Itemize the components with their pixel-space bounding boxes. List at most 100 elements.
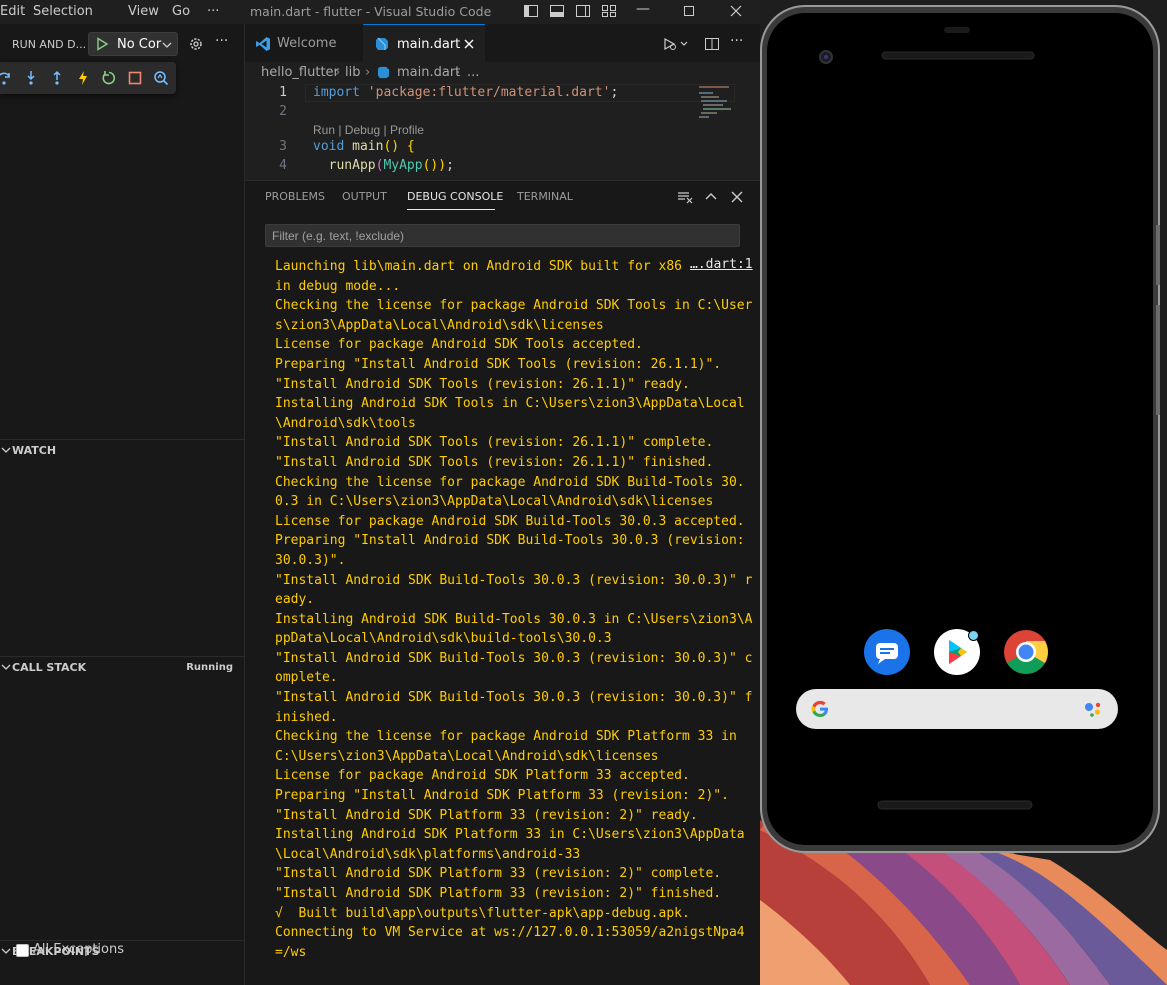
filter-input[interactable] — [266, 225, 739, 247]
menu-view[interactable]: View — [128, 4, 159, 19]
menu-selection[interactable]: Selection — [33, 4, 93, 19]
step-into-icon[interactable] — [23, 70, 39, 86]
chevron-down-icon — [1, 447, 11, 453]
console-line: ppData\Local\Android\sdk\build-tools\30.… — [275, 631, 612, 647]
codelens-run-debug-profile[interactable]: Run | Debug | Profile — [313, 123, 424, 137]
line-number: 2 — [279, 104, 287, 119]
console-line: "Install Android SDK Platform 33 (revisi… — [275, 886, 722, 901]
tab-problems[interactable]: PROBLEMS — [265, 190, 325, 203]
console-line: "Install Android SDK Tools (revision: 26… — [275, 376, 690, 392]
call-stack-section-header[interactable]: CALL STACK Running — [0, 656, 245, 678]
split-editor-icon[interactable] — [704, 36, 720, 52]
tab-welcome-label: Welcome — [277, 36, 337, 51]
debug-config-label: No Cor — [117, 37, 162, 52]
close-tab-icon[interactable] — [463, 38, 475, 50]
breadcrumb-project[interactable]: hello_flutter — [261, 65, 339, 80]
editor-more-actions-icon[interactable]: ··· — [730, 33, 743, 49]
console-line: Checking the license for package Android… — [275, 474, 745, 490]
run-and-debug-sidebar: RUN AND D... No Cor ··· WATCH CALL STACK… — [0, 24, 245, 985]
stop-icon[interactable] — [127, 70, 143, 86]
call-stack-section-label: CALL STACK — [12, 661, 87, 674]
console-line: inished. — [275, 709, 338, 725]
hot-reload-icon[interactable] — [75, 70, 91, 86]
window-title: main.dart - flutter - Visual Studio Code — [250, 4, 492, 19]
breadcrumb-symbol[interactable]: ... — [467, 65, 479, 80]
chrome-icon[interactable] — [1003, 629, 1049, 675]
customize-layout-icon[interactable] — [601, 3, 617, 19]
code-editor[interactable]: 1 import 'package:flutter/material.dart'… — [245, 84, 760, 180]
console-line: License for package Android SDK Build-To… — [275, 513, 745, 529]
maximize-panel-icon[interactable] — [703, 189, 719, 205]
console-line: "Install Android SDK Build-Tools 30.0.3 … — [275, 690, 753, 706]
maximize-button[interactable] — [682, 4, 696, 18]
toggle-secondary-sidebar-icon[interactable] — [575, 3, 591, 19]
console-line: =/ws — [275, 944, 307, 960]
title-bar: Edit Selection View Go ··· main.dart - f… — [0, 0, 760, 24]
chevron-right-icon: › — [455, 65, 461, 80]
source-location-link[interactable]: ….dart:1 — [690, 257, 753, 272]
tab-debug-console[interactable]: DEBUG CONSOLE — [407, 190, 503, 203]
clear-console-icon[interactable] — [677, 189, 693, 205]
menu-more[interactable]: ··· — [207, 4, 219, 19]
console-line: Preparing "Install Android SDK Build-Too… — [275, 533, 745, 549]
open-devtools-icon[interactable] — [153, 70, 169, 86]
debug-console-output: Launching lib\main.dart on Android SDK b… — [275, 257, 755, 962]
console-line: \Local\Android\sdk\platforms\android-33 — [275, 846, 581, 862]
tab-main-dart[interactable]: main.dart — [363, 24, 485, 62]
console-line: "Install Android SDK Build-Tools 30.0.3 … — [275, 572, 753, 588]
code-line-4: runApp(MyApp()); — [328, 158, 454, 173]
breadcrumb-file[interactable]: main.dart — [397, 65, 460, 80]
console-line: "Install Android SDK Platform 33 (revisi… — [275, 866, 722, 882]
notification-dot — [968, 630, 979, 641]
close-panel-icon[interactable] — [729, 189, 745, 205]
bottom-panel: PROBLEMS OUTPUT DEBUG CONSOLE TERMINAL L… — [245, 180, 760, 985]
google-assistant-icon[interactable] — [1082, 699, 1104, 721]
console-line: "Install Android SDK Tools (revision: 26… — [275, 454, 714, 470]
all-exceptions-checkbox[interactable] — [16, 944, 29, 957]
dart-file-icon — [376, 37, 388, 50]
menu-go[interactable]: Go — [172, 4, 190, 19]
close-window-button[interactable] — [729, 4, 743, 18]
sidebar-header: RUN AND D... No Cor ··· — [0, 24, 245, 64]
line-number: 4 — [279, 158, 287, 173]
chevron-right-icon: › — [365, 65, 371, 80]
chevron-down-icon — [162, 42, 172, 48]
console-line: Installing Android SDK Build-Tools 30.0.… — [275, 611, 753, 627]
tab-main-label: main.dart — [397, 37, 461, 52]
vscode-logo-icon — [256, 37, 270, 51]
run-debug-dropdown-icon[interactable] — [663, 36, 689, 52]
tab-output[interactable]: OUTPUT — [342, 190, 387, 203]
code-line-1: import 'package:flutter/material.dart'; — [313, 85, 619, 100]
minimize-button[interactable]: — — [628, 1, 658, 17]
console-line: Installing Android SDK Platform 33 in C:… — [275, 827, 745, 843]
breadcrumb-folder[interactable]: lib — [345, 65, 360, 80]
active-tab-indicator — [407, 209, 495, 210]
console-line: "Install Android SDK Tools (revision: 26… — [275, 435, 714, 451]
debug-config-selector[interactable]: No Cor — [88, 32, 178, 56]
messages-icon[interactable] — [864, 629, 910, 675]
sidebar-title: RUN AND D... — [12, 38, 87, 51]
more-actions-icon[interactable]: ··· — [215, 33, 228, 49]
dart-file-icon — [377, 66, 390, 79]
tab-welcome[interactable]: Welcome — [245, 24, 363, 62]
call-stack-status: Running — [186, 662, 233, 673]
console-line: "Install Android SDK Build-Tools 30.0.3 … — [275, 650, 753, 666]
console-line: in debug mode... — [275, 278, 401, 294]
watch-section-header[interactable]: WATCH — [0, 439, 245, 461]
tab-terminal[interactable]: TERMINAL — [517, 190, 573, 203]
console-filter[interactable] — [265, 224, 740, 247]
google-search-bar[interactable] — [796, 689, 1118, 729]
step-out-icon[interactable] — [49, 70, 65, 86]
code-line-3: void main() { — [313, 139, 415, 154]
vscode-window: Edit Selection View Go ··· main.dart - f… — [0, 0, 760, 985]
line-number: 3 — [279, 139, 287, 154]
restart-icon[interactable] — [101, 70, 117, 86]
gear-icon[interactable] — [188, 36, 204, 52]
minimap[interactable] — [697, 84, 741, 122]
toggle-panel-icon[interactable] — [549, 3, 565, 19]
menu-edit[interactable]: Edit — [0, 4, 25, 19]
all-exceptions-label: All Exceptions — [33, 942, 124, 957]
step-over-icon[interactable] — [0, 70, 12, 86]
start-debugging-icon[interactable] — [95, 37, 109, 51]
toggle-primary-sidebar-icon[interactable] — [523, 3, 539, 19]
